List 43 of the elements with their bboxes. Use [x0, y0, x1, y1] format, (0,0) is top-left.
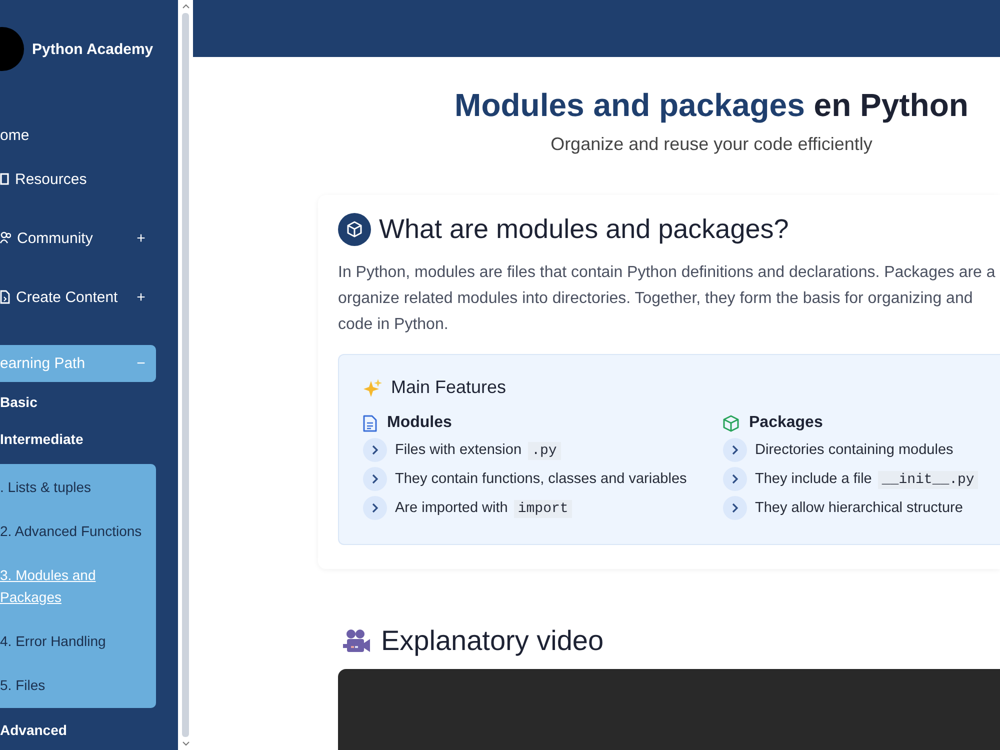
chevron-icon: [723, 467, 747, 491]
column-title: Modules: [387, 414, 452, 432]
film-camera-icon: [343, 629, 371, 653]
nav-item[interactable]: Create Content +: [0, 286, 156, 308]
sparkles-icon: [363, 378, 383, 398]
nav-item[interactable]: Resources: [0, 168, 156, 190]
page-subtitle: Organize and reuse your code efficiently: [550, 134, 874, 155]
chevron-icon: [363, 438, 387, 462]
submenu-link[interactable]: 4. Error Handling: [0, 630, 146, 652]
level-item[interactable]: Intermediate: [0, 431, 178, 451]
users-icon: [0, 231, 11, 245]
nav-item[interactable]: ome: [0, 124, 156, 146]
chevron-icon: [723, 496, 747, 520]
scroll-down-icon[interactable]: [182, 741, 190, 746]
section-heading: What are modules and packages?: [379, 214, 789, 245]
submenu-link[interactable]: 2. Advanced Functions: [0, 520, 146, 542]
level-item[interactable]: Advanced: [0, 722, 178, 742]
file-icon: [0, 290, 10, 304]
submenu-link[interactable]: . Lists & tuples: [0, 476, 146, 498]
scroll-up-icon[interactable]: [182, 4, 190, 9]
feature-text: They include a file __init__.py: [755, 470, 978, 488]
level-item[interactable]: Basic: [0, 394, 178, 414]
feature-text: They allow hierarchical structure: [755, 500, 963, 516]
section-heading: Explanatory video: [381, 625, 604, 657]
page-title: Modules and packages en Python: [454, 87, 970, 124]
scrollbar-thumb[interactable]: [182, 13, 189, 737]
book-icon: [0, 172, 9, 186]
cube-icon: [338, 213, 371, 246]
brand-name: Python Academy: [32, 40, 154, 58]
chevron-icon: [363, 496, 387, 520]
feature-text: They contain functions, classes and variables: [395, 471, 687, 487]
intro-paragraph: In Python, modules are files that contain Python definitions and declarations. Packages are a organize related modules into directories. Together, they form the basis for organizing and code in Python.: [338, 263, 996, 335]
nav-item[interactable]: Community +: [0, 227, 156, 249]
feature-text: Directories containing modules: [755, 442, 954, 458]
submenu-link[interactable]: 5. Files: [0, 674, 146, 696]
feature-text: Files with extension .py: [395, 442, 561, 458]
column-title: Packages: [749, 414, 823, 432]
features-title: Main Features: [391, 377, 506, 398]
chevron-icon: [723, 438, 747, 462]
cube-icon: [723, 414, 739, 432]
document-icon: [363, 414, 377, 432]
feature-text: Are imported with import: [395, 500, 572, 516]
chevron-icon: [363, 467, 387, 491]
